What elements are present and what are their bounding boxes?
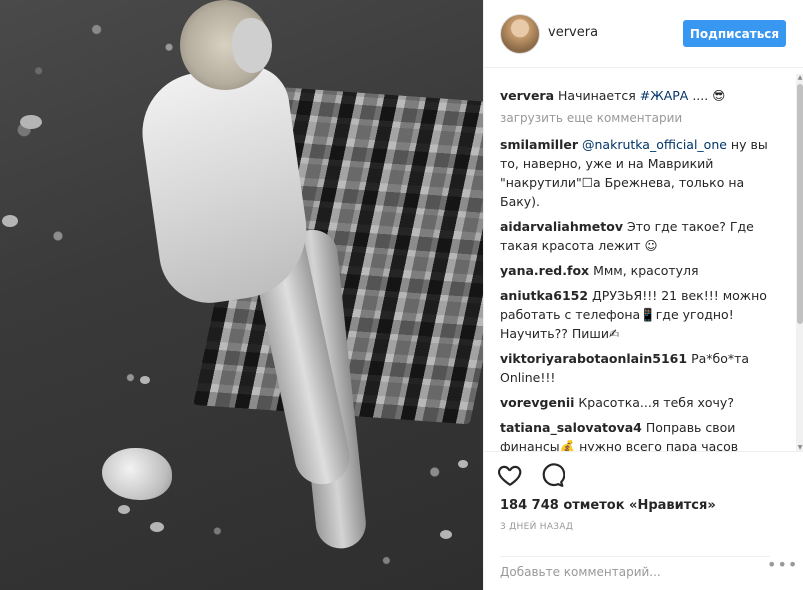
- caption: ververa Начинается #ЖАРА .... 😎: [500, 86, 780, 105]
- post-photo[interactable]: [0, 0, 483, 590]
- post-date[interactable]: 3 ДНЕЙ НАЗАД: [500, 522, 573, 532]
- comment-item: viktoriyarabotaonlain5161 Ра*бо*та Online…: [500, 349, 780, 387]
- load-more-comments[interactable]: загрузить еще комментарии: [500, 111, 780, 125]
- photo-pebble: [458, 460, 468, 468]
- photo-pebble: [2, 215, 18, 227]
- add-comment-input[interactable]: [500, 565, 760, 579]
- photo-pebble: [20, 115, 42, 129]
- comment-item: aidarvaliahmetov Это где такое? Где такая…: [500, 217, 780, 255]
- follow-button[interactable]: Подписаться: [683, 20, 786, 47]
- avatar[interactable]: [500, 14, 540, 54]
- comment-mention[interactable]: @nakrutka_official_one: [582, 137, 727, 152]
- post-header: ververa Подписаться: [484, 0, 803, 68]
- likes-count[interactable]: 184 748 отметок «Нравится»: [500, 498, 716, 513]
- comments-list: ververa Начинается #ЖАРА .... 😎 загрузить…: [484, 68, 796, 451]
- photo-pebble: [440, 530, 452, 539]
- photo-pebble: [140, 376, 150, 384]
- comment-author[interactable]: yana.red.fox: [500, 263, 589, 278]
- more-options-icon[interactable]: •••: [767, 555, 798, 574]
- caption-hashtag[interactable]: #ЖАРА: [640, 88, 689, 103]
- comment-item: smilamiller @nakrutka_official_one ну вы …: [500, 135, 780, 211]
- post-actions: 184 748 отметок «Нравится» 3 ДНЕЙ НАЗАД: [484, 451, 803, 590]
- photo-face: [232, 18, 272, 73]
- speech-bubble-icon[interactable]: [539, 462, 566, 488]
- comment-item: yana.red.fox Ммм, красотуля: [500, 261, 780, 280]
- caption-tail: .... 😎: [688, 88, 726, 103]
- comment-item: vorevgenii Красотка...я тебя хочу?: [500, 393, 780, 412]
- comment-author[interactable]: smilamiller: [500, 137, 578, 152]
- comment-author[interactable]: vorevgenii: [500, 395, 574, 410]
- comment-item: aniutka6152 ДРУЗЬЯ!!! 21 век!!! можно раб…: [500, 286, 780, 343]
- caption-author[interactable]: ververa: [500, 88, 554, 103]
- comment-author[interactable]: aniutka6152: [500, 288, 588, 303]
- caption-text: Начинается: [558, 88, 640, 103]
- comment-author[interactable]: aidarvaliahmetov: [500, 219, 623, 234]
- comment-text: Красотка...я тебя хочу?: [578, 395, 734, 410]
- comment-text: Ммм, красотуля: [593, 263, 699, 278]
- scroll-up-arrow-icon[interactable]: ▲: [796, 74, 803, 82]
- post-sidebar: ververa Подписаться ververa Начинается #Ж…: [483, 0, 803, 590]
- add-comment-area: [500, 556, 770, 579]
- photo-rock: [102, 448, 172, 500]
- scroll-thumb[interactable]: [797, 84, 803, 324]
- header-username[interactable]: ververa: [548, 25, 598, 40]
- comment-author[interactable]: viktoriyarabotaonlain5161: [500, 351, 687, 366]
- photo-pebble: [150, 522, 164, 532]
- photo-shirt: [134, 60, 316, 310]
- comments-scrollbar[interactable]: ▲ ▼: [796, 74, 803, 452]
- heart-outline-icon[interactable]: [497, 462, 523, 488]
- comment-item: tatiana_salovatova4 Поправь свои финансы💰…: [500, 418, 780, 451]
- comment-author[interactable]: tatiana_salovatova4: [500, 420, 642, 435]
- photo-pebble: [118, 505, 130, 514]
